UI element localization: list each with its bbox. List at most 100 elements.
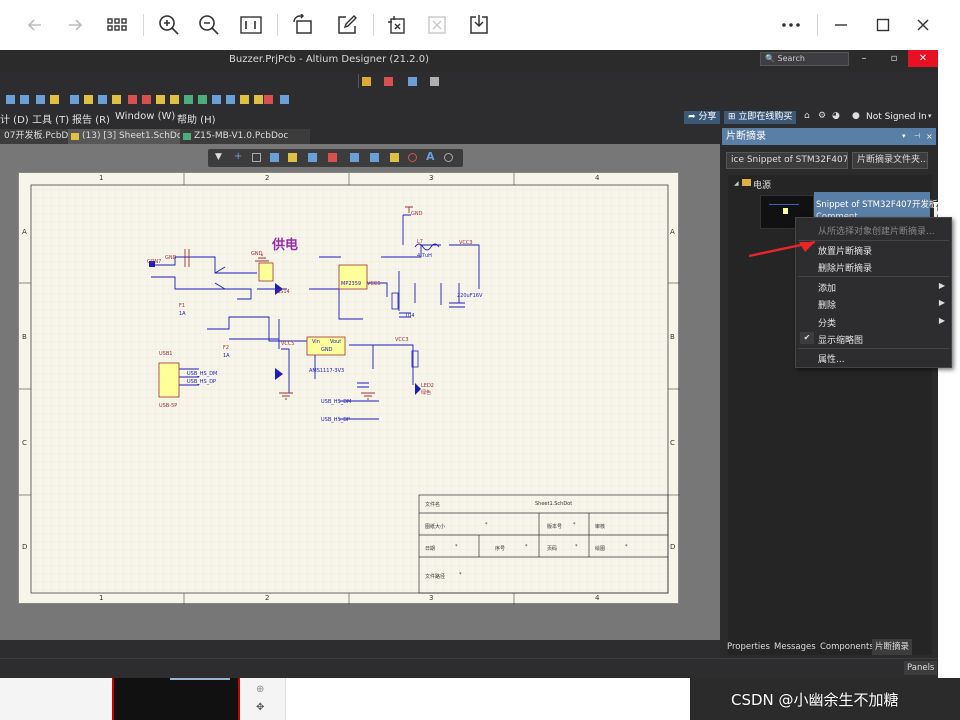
wire-tool-icon[interactable] <box>308 153 317 162</box>
search-input[interactable]: 🔍 Search <box>760 52 849 66</box>
status-bar: Panels <box>0 658 938 678</box>
tab-pcbdoc[interactable]: 07开发板.PcbDoc <box>0 129 79 144</box>
directive-tool-icon[interactable] <box>390 153 399 162</box>
chart-icon[interactable] <box>362 77 371 86</box>
menu-properties[interactable]: 属性... <box>818 352 845 365</box>
grid-view-icon[interactable] <box>104 12 130 38</box>
place-part-icon[interactable] <box>288 153 297 162</box>
no-erc-tool-icon[interactable] <box>408 153 417 162</box>
schematic-sheet[interactable]: 1 2 3 4 1 2 3 4 A B C D A B C D 供电 GND G… <box>18 172 680 605</box>
edit-icon[interactable] <box>334 12 360 38</box>
filter-icon[interactable]: ▼ <box>215 152 222 162</box>
sheet-icon[interactable] <box>98 95 107 104</box>
text-tool-icon[interactable]: A <box>426 150 435 163</box>
folder-label[interactable]: 电源 <box>753 178 771 191</box>
rotate-icon[interactable] <box>290 12 316 38</box>
part-icon[interactable] <box>170 95 179 104</box>
vcc-icon[interactable] <box>142 95 151 104</box>
move-icon[interactable]: + <box>234 151 242 162</box>
schematic-drawing <box>19 173 680 605</box>
schematic-editor[interactable]: ▼ + A 1 2 3 4 1 2 3 4 A B C D A B C D 供电… <box>0 144 720 640</box>
undo-icon[interactable] <box>6 95 15 104</box>
menu-add[interactable]: 添加 <box>818 281 836 294</box>
text-icon[interactable] <box>226 95 235 104</box>
harness-icon[interactable] <box>184 95 193 104</box>
no-erc-icon[interactable] <box>264 95 273 104</box>
power-tool-icon[interactable] <box>328 153 337 162</box>
tab-snippets[interactable]: 片断摘录 <box>872 639 913 655</box>
share-button[interactable]: ➦ 分享 <box>684 111 721 124</box>
menu-window[interactable]: Window (W) <box>115 111 175 122</box>
menu-delete[interactable]: 删除 <box>818 298 836 311</box>
menu-reports[interactable]: 报告 (R) <box>72 111 110 126</box>
minimize-icon[interactable] <box>828 12 854 38</box>
zoom-out-icon[interactable] <box>196 12 222 38</box>
panel-close-icon[interactable]: × <box>926 128 933 145</box>
select-icon[interactable] <box>252 153 261 162</box>
menu-bar: 计 (D) 工具 (T) 报告 (R) Window (W) 帮助 (H) <box>0 108 720 126</box>
app-maximize-button[interactable]: ▫ <box>879 50 909 67</box>
layer-icon[interactable] <box>384 77 393 86</box>
more-options-icon[interactable] <box>778 12 804 38</box>
actual-size-icon[interactable] <box>238 12 264 38</box>
snippet-folders-button[interactable]: 片断摘录文件夹... <box>852 152 928 169</box>
expand-icon[interactable]: ◢ <box>734 180 739 187</box>
component-icon[interactable] <box>156 95 165 104</box>
harness-tool-icon[interactable] <box>350 153 359 162</box>
junction-icon[interactable] <box>254 95 263 104</box>
collapse-icon[interactable] <box>424 12 450 38</box>
tab-z15-pcbdoc[interactable]: Z15-MB-V1.0.PcbDoc <box>180 129 310 144</box>
grid-icon[interactable] <box>430 77 439 86</box>
crop-icon[interactable] <box>384 12 410 38</box>
net-label-icon[interactable] <box>70 95 79 104</box>
app-minimize-button[interactable]: – <box>849 50 879 67</box>
part-label: CON7 <box>147 259 162 265</box>
shape-tool-icon[interactable] <box>444 153 453 162</box>
menu-delete-snippet[interactable]: 删除片断摘录 <box>818 261 872 274</box>
cart-icon: ⊞ <box>728 112 736 122</box>
user-signin-label[interactable]: Not Signed In <box>866 112 927 122</box>
panels-button[interactable]: Panels <box>904 661 938 675</box>
menu-help[interactable]: 帮助 (H) <box>177 111 216 126</box>
device-icon[interactable] <box>198 95 207 104</box>
port-tool-icon[interactable] <box>370 153 379 162</box>
menu-category[interactable]: 分类 <box>818 316 836 329</box>
tab-schdot[interactable]: (13) [3] Sheet1.SchDot * <box>68 129 193 144</box>
tab-properties[interactable]: Properties <box>724 639 773 655</box>
tab-messages[interactable]: Messages <box>771 639 819 655</box>
bus-icon[interactable] <box>50 95 59 104</box>
gear-icon[interactable]: ⚙ <box>818 111 826 121</box>
pin-panel-icon[interactable]: ⊣ <box>914 128 920 145</box>
notification-icon[interactable]: ◕ <box>832 111 840 121</box>
pin-icon[interactable] <box>408 77 417 86</box>
port-icon[interactable] <box>112 95 121 104</box>
maximize-icon[interactable] <box>870 12 896 38</box>
zoom-in-icon[interactable] <box>156 12 182 38</box>
note-icon[interactable] <box>240 95 249 104</box>
panel-menu-icon[interactable]: ▾ <box>902 128 906 145</box>
chevron-down-icon[interactable]: ▾ <box>928 112 932 120</box>
menu-design[interactable]: 计 (D) <box>0 111 29 126</box>
close-icon[interactable] <box>910 12 936 38</box>
power-port-icon[interactable] <box>84 95 93 104</box>
wire-icon[interactable] <box>36 95 45 104</box>
ground-icon[interactable] <box>128 95 137 104</box>
menu-tools[interactable]: 工具 (T) <box>32 111 69 126</box>
directive-icon[interactable] <box>212 95 221 104</box>
menu-place-snippet[interactable]: 放置片断摘录 <box>818 244 872 257</box>
buy-online-button[interactable]: ⊞ 立即在线购买 <box>724 111 797 124</box>
download-icon[interactable] <box>466 12 492 38</box>
pencil-icon[interactable] <box>280 95 289 104</box>
zone-col-label: 1 <box>99 174 104 182</box>
home-icon[interactable]: ⌂ <box>804 111 810 121</box>
redo-icon[interactable] <box>20 95 29 104</box>
forward-arrow-icon[interactable] <box>62 12 88 38</box>
user-icon: ● <box>852 111 860 121</box>
snippet-select-button[interactable]: ice Snippet of STM32F407开发板 <box>726 152 848 169</box>
app-close-button[interactable]: ✕ <box>908 50 938 67</box>
menu-show-thumbnails[interactable]: 显示缩略图 <box>818 333 863 346</box>
back-arrow-icon[interactable] <box>22 12 48 38</box>
align-icon[interactable] <box>270 153 279 162</box>
tab-components[interactable]: Components <box>817 639 877 655</box>
net-label: USB_HS_DM <box>187 371 218 377</box>
